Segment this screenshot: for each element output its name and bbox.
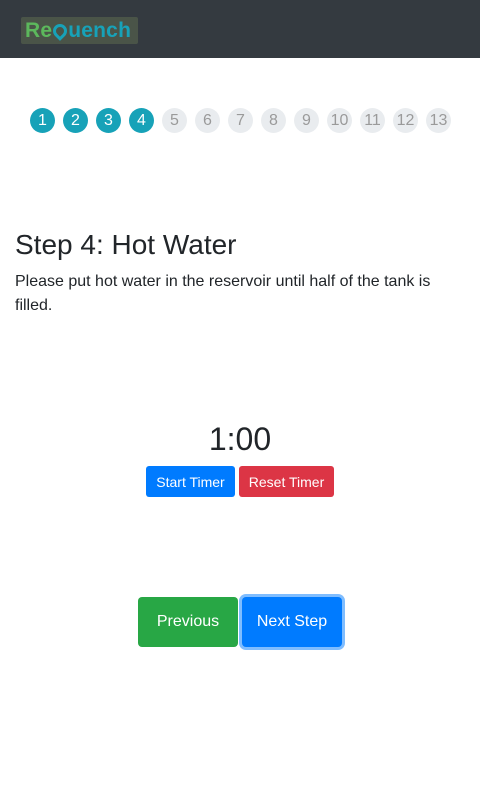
logo-text-uench: uench [68, 18, 132, 42]
next-step-button[interactable]: Next Step [242, 597, 342, 647]
water-drop-icon [50, 20, 71, 41]
step-indicator-7: 7 [228, 108, 253, 133]
step-navigation: Previous Next Step [0, 597, 480, 647]
step-indicator-1: 1 [30, 108, 55, 133]
step-indicator-11: 11 [360, 108, 385, 133]
navbar: Re uench [0, 0, 480, 58]
reset-timer-button[interactable]: Reset Timer [239, 466, 334, 497]
step-indicator-9: 9 [294, 108, 319, 133]
start-timer-button[interactable]: Start Timer [146, 466, 235, 497]
step-indicator-6: 6 [195, 108, 220, 133]
timer-display: 1:00 [208, 421, 272, 457]
timer-controls: Start Timer Reset Timer [0, 466, 480, 497]
step-indicator-5: 5 [162, 108, 187, 133]
step-indicator-2: 2 [63, 108, 88, 133]
logo-text-re: Re [25, 18, 53, 42]
step-title: Step 4: Hot Water [15, 229, 237, 260]
previous-button[interactable]: Previous [138, 597, 238, 647]
step-indicator-13: 13 [426, 108, 451, 133]
step-indicator-4: 4 [129, 108, 154, 133]
step-indicator-8: 8 [261, 108, 286, 133]
step-indicator-12: 12 [393, 108, 418, 133]
requench-logo[interactable]: Re uench [21, 17, 138, 44]
step-progress: 1 2 3 4 5 6 7 8 9 10 11 12 13 [30, 108, 451, 133]
step-description: Please put hot water in the reservoir un… [15, 273, 431, 314]
step-indicator-3: 3 [96, 108, 121, 133]
step-indicator-10: 10 [327, 108, 352, 133]
